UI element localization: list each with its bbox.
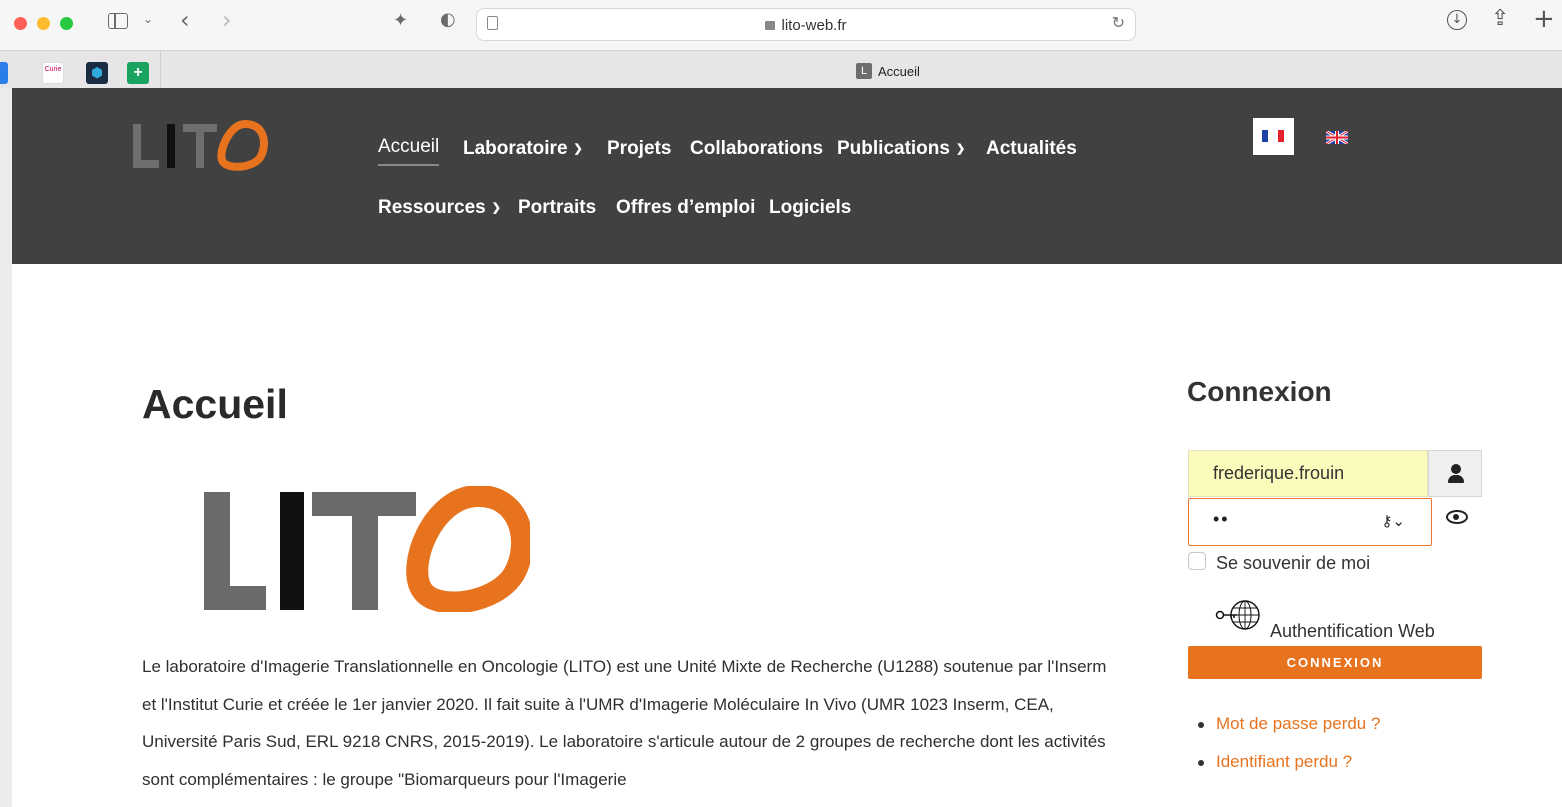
bullet-icon — [1198, 760, 1204, 766]
nav-accueil[interactable]: Accueil — [378, 136, 440, 166]
password-mask: •• — [1213, 509, 1230, 529]
web-authentication-label[interactable]: Authentification Web — [1270, 621, 1435, 642]
window-left-edge — [0, 88, 12, 807]
nav-logiciels[interactable]: Logiciels — [769, 197, 851, 219]
list-item: Identifiant perdu ? — [1198, 752, 1352, 772]
nav-collaborations[interactable]: Collaborations — [690, 138, 823, 160]
username-field[interactable]: frederique.frouin — [1188, 450, 1428, 497]
site-header — [12, 88, 1562, 264]
bookmark-favicon-icon[interactable] — [0, 62, 8, 84]
curie-favicon-icon[interactable]: Curie — [42, 62, 64, 84]
nav-publications-label: Publications — [837, 138, 950, 159]
chevron-down-icon: ❯ — [491, 202, 501, 214]
nav-laboratoire-label: Laboratoire — [463, 138, 568, 159]
deepl-favicon-icon[interactable]: ⬢ — [86, 62, 108, 84]
sheets-favicon-icon[interactable]: + — [127, 62, 149, 84]
web-authentication-key-icon[interactable] — [1215, 596, 1267, 634]
page-title: Accueil — [142, 381, 288, 427]
site-logo[interactable] — [133, 120, 268, 172]
forward-arrow-icon[interactable]: › — [222, 6, 232, 34]
reload-icon[interactable]: ↻ — [1112, 13, 1125, 33]
bullet-icon — [1198, 722, 1204, 728]
user-icon — [1428, 450, 1482, 497]
key-icon[interactable]: ⚷⌄ — [1381, 512, 1405, 530]
download-icon[interactable]: ↓ — [1447, 10, 1467, 30]
extension-icon[interactable]: ✦ — [393, 10, 408, 31]
lost-password-link[interactable]: Mot de passe perdu ? — [1216, 714, 1380, 733]
chevron-down-icon: ❯ — [955, 143, 966, 155]
nav-publications[interactable]: Publications ❯ — [837, 138, 965, 160]
lost-username-link[interactable]: Identifiant perdu ? — [1216, 752, 1352, 771]
nav-portraits[interactable]: Portraits — [518, 197, 596, 219]
tab-favicon-icon: L — [856, 63, 872, 79]
tab-title: Accueil — [878, 63, 920, 79]
lock-icon — [765, 21, 776, 30]
remember-me-checkbox[interactable] — [1188, 552, 1206, 570]
nav-laboratoire[interactable]: Laboratoire ❯ — [463, 138, 583, 160]
address-bar[interactable]: lito-web.fr ↻ — [476, 8, 1136, 41]
uk-flag-icon[interactable] — [1326, 131, 1348, 144]
privacy-shield-icon[interactable]: ◐ — [440, 9, 456, 30]
url-text: lito-web.fr — [781, 17, 847, 34]
password-field[interactable]: •• ⚷⌄ — [1188, 498, 1432, 546]
login-title: Connexion — [1187, 376, 1332, 407]
intro-paragraph: Le laboratoire d'Imagerie Translationnel… — [142, 657, 1107, 789]
zoom-window-button[interactable] — [60, 17, 73, 30]
close-window-button[interactable] — [14, 17, 27, 30]
sidebar-toggle-icon[interactable] — [108, 13, 128, 29]
share-icon[interactable]: ⇪ — [1491, 6, 1509, 31]
chevron-down-icon: ❯ — [573, 143, 583, 155]
french-flag-icon[interactable] — [1253, 118, 1294, 155]
show-password-eye-icon[interactable] — [1446, 510, 1468, 524]
browser-toolbar: ⌄ ‹ › ✦ ◐ lito-web.fr ↻ ↓ ⇪ + — [0, 0, 1562, 50]
lito-logo-image — [204, 486, 530, 612]
list-item: Mot de passe perdu ? — [1198, 714, 1380, 734]
nav-actualites[interactable]: Actualités — [986, 138, 1077, 160]
nav-offres-emploi[interactable]: Offres d’emploi — [616, 197, 755, 219]
back-arrow-icon[interactable]: ‹ — [180, 6, 190, 34]
new-tab-icon[interactable]: + — [1533, 4, 1555, 34]
minimize-window-button[interactable] — [37, 17, 50, 30]
connexion-button[interactable]: CONNEXION — [1188, 646, 1482, 679]
nav-projets[interactable]: Projets — [607, 138, 671, 160]
remember-me-label: Se souvenir de moi — [1216, 553, 1371, 573]
nav-ressources[interactable]: Ressources ❯ — [378, 197, 501, 219]
nav-ressources-label: Ressources — [378, 197, 486, 218]
chevron-down-icon[interactable]: ⌄ — [143, 12, 153, 26]
